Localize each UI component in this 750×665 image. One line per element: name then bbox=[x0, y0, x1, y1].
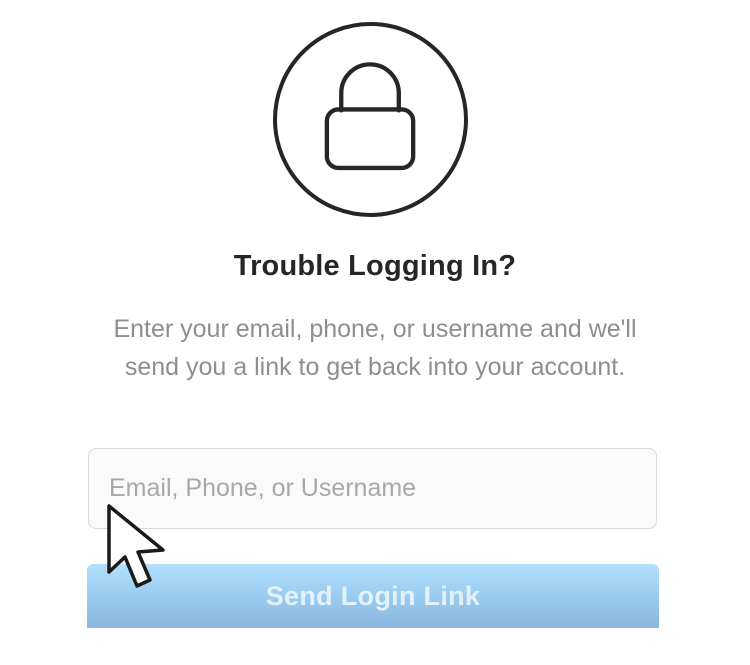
password-reset-screen: Trouble Logging In? Enter your email, ph… bbox=[0, 0, 750, 665]
mouse-cursor-icon bbox=[107, 504, 165, 588]
page-title: Trouble Logging In? bbox=[233, 250, 517, 282]
lock-icon bbox=[273, 22, 468, 217]
instructions-text: Enter your email, phone, or username and… bbox=[113, 315, 637, 381]
